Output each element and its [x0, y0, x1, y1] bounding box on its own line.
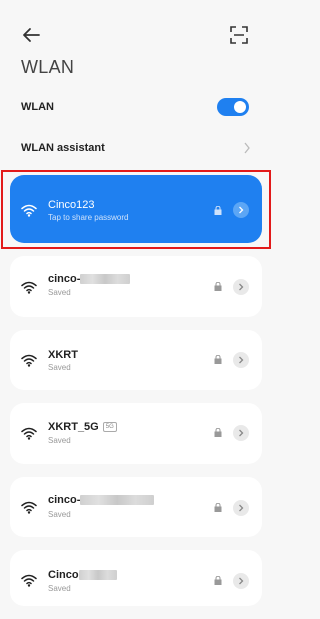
network-name: XKRT_5G 5G: [48, 421, 117, 433]
network-card[interactable]: XKRT Saved: [10, 330, 262, 390]
network-details-button[interactable]: [233, 573, 249, 589]
network-card[interactable]: XKRT_5G 5G Saved: [10, 403, 262, 464]
lock-icon: [214, 282, 222, 291]
selection-highlight: [1, 170, 271, 249]
lock-icon: [214, 355, 222, 364]
redacted-text: [78, 570, 117, 581]
lock-icon: [214, 576, 222, 585]
network-card[interactable]: Cinco Saved: [10, 550, 262, 606]
wifi-icon: [21, 427, 37, 440]
network-card[interactable]: cinco- Saved: [10, 477, 262, 537]
network-status: Saved: [48, 436, 71, 445]
wlan-assistant-row[interactable]: WLAN assistant: [21, 142, 105, 154]
network-name: XKRT: [48, 349, 78, 361]
wifi-icon: [21, 281, 37, 294]
lock-icon: [214, 503, 222, 512]
wifi-icon: [21, 501, 37, 514]
network-name: Cinco: [48, 569, 117, 581]
wifi-icon: [21, 354, 37, 367]
network-name: cinco-: [48, 273, 131, 285]
wifi-icon: [21, 574, 37, 587]
chevron-right-icon: [239, 283, 244, 291]
chevron-right-icon: [239, 429, 244, 437]
back-arrow-icon[interactable]: [20, 24, 42, 46]
top-bar: [0, 0, 279, 60]
chevron-right-icon: [239, 577, 244, 585]
network-details-button[interactable]: [233, 279, 249, 295]
toggle-knob: [234, 101, 246, 113]
network-status: Saved: [48, 288, 71, 297]
5g-badge: 5G: [102, 422, 117, 433]
wlan-toggle[interactable]: [217, 98, 249, 116]
network-status: Saved: [48, 584, 71, 593]
chevron-right-icon: [239, 504, 244, 512]
network-details-button[interactable]: [233, 352, 249, 368]
network-status: Saved: [48, 363, 71, 372]
network-status: Saved: [48, 510, 71, 519]
network-card[interactable]: cinco- Saved: [10, 256, 262, 317]
wlan-label: WLAN: [21, 101, 54, 113]
network-name: cinco-: [48, 494, 155, 506]
chevron-right-icon: [239, 356, 244, 364]
network-details-button[interactable]: [233, 500, 249, 516]
chevron-right-icon[interactable]: [243, 142, 251, 154]
network-details-button[interactable]: [233, 425, 249, 441]
lock-icon: [214, 428, 222, 437]
redacted-text: [80, 274, 131, 285]
scan-icon[interactable]: [230, 26, 248, 44]
redacted-text: [80, 495, 155, 506]
page-title: WLAN: [21, 57, 75, 77]
